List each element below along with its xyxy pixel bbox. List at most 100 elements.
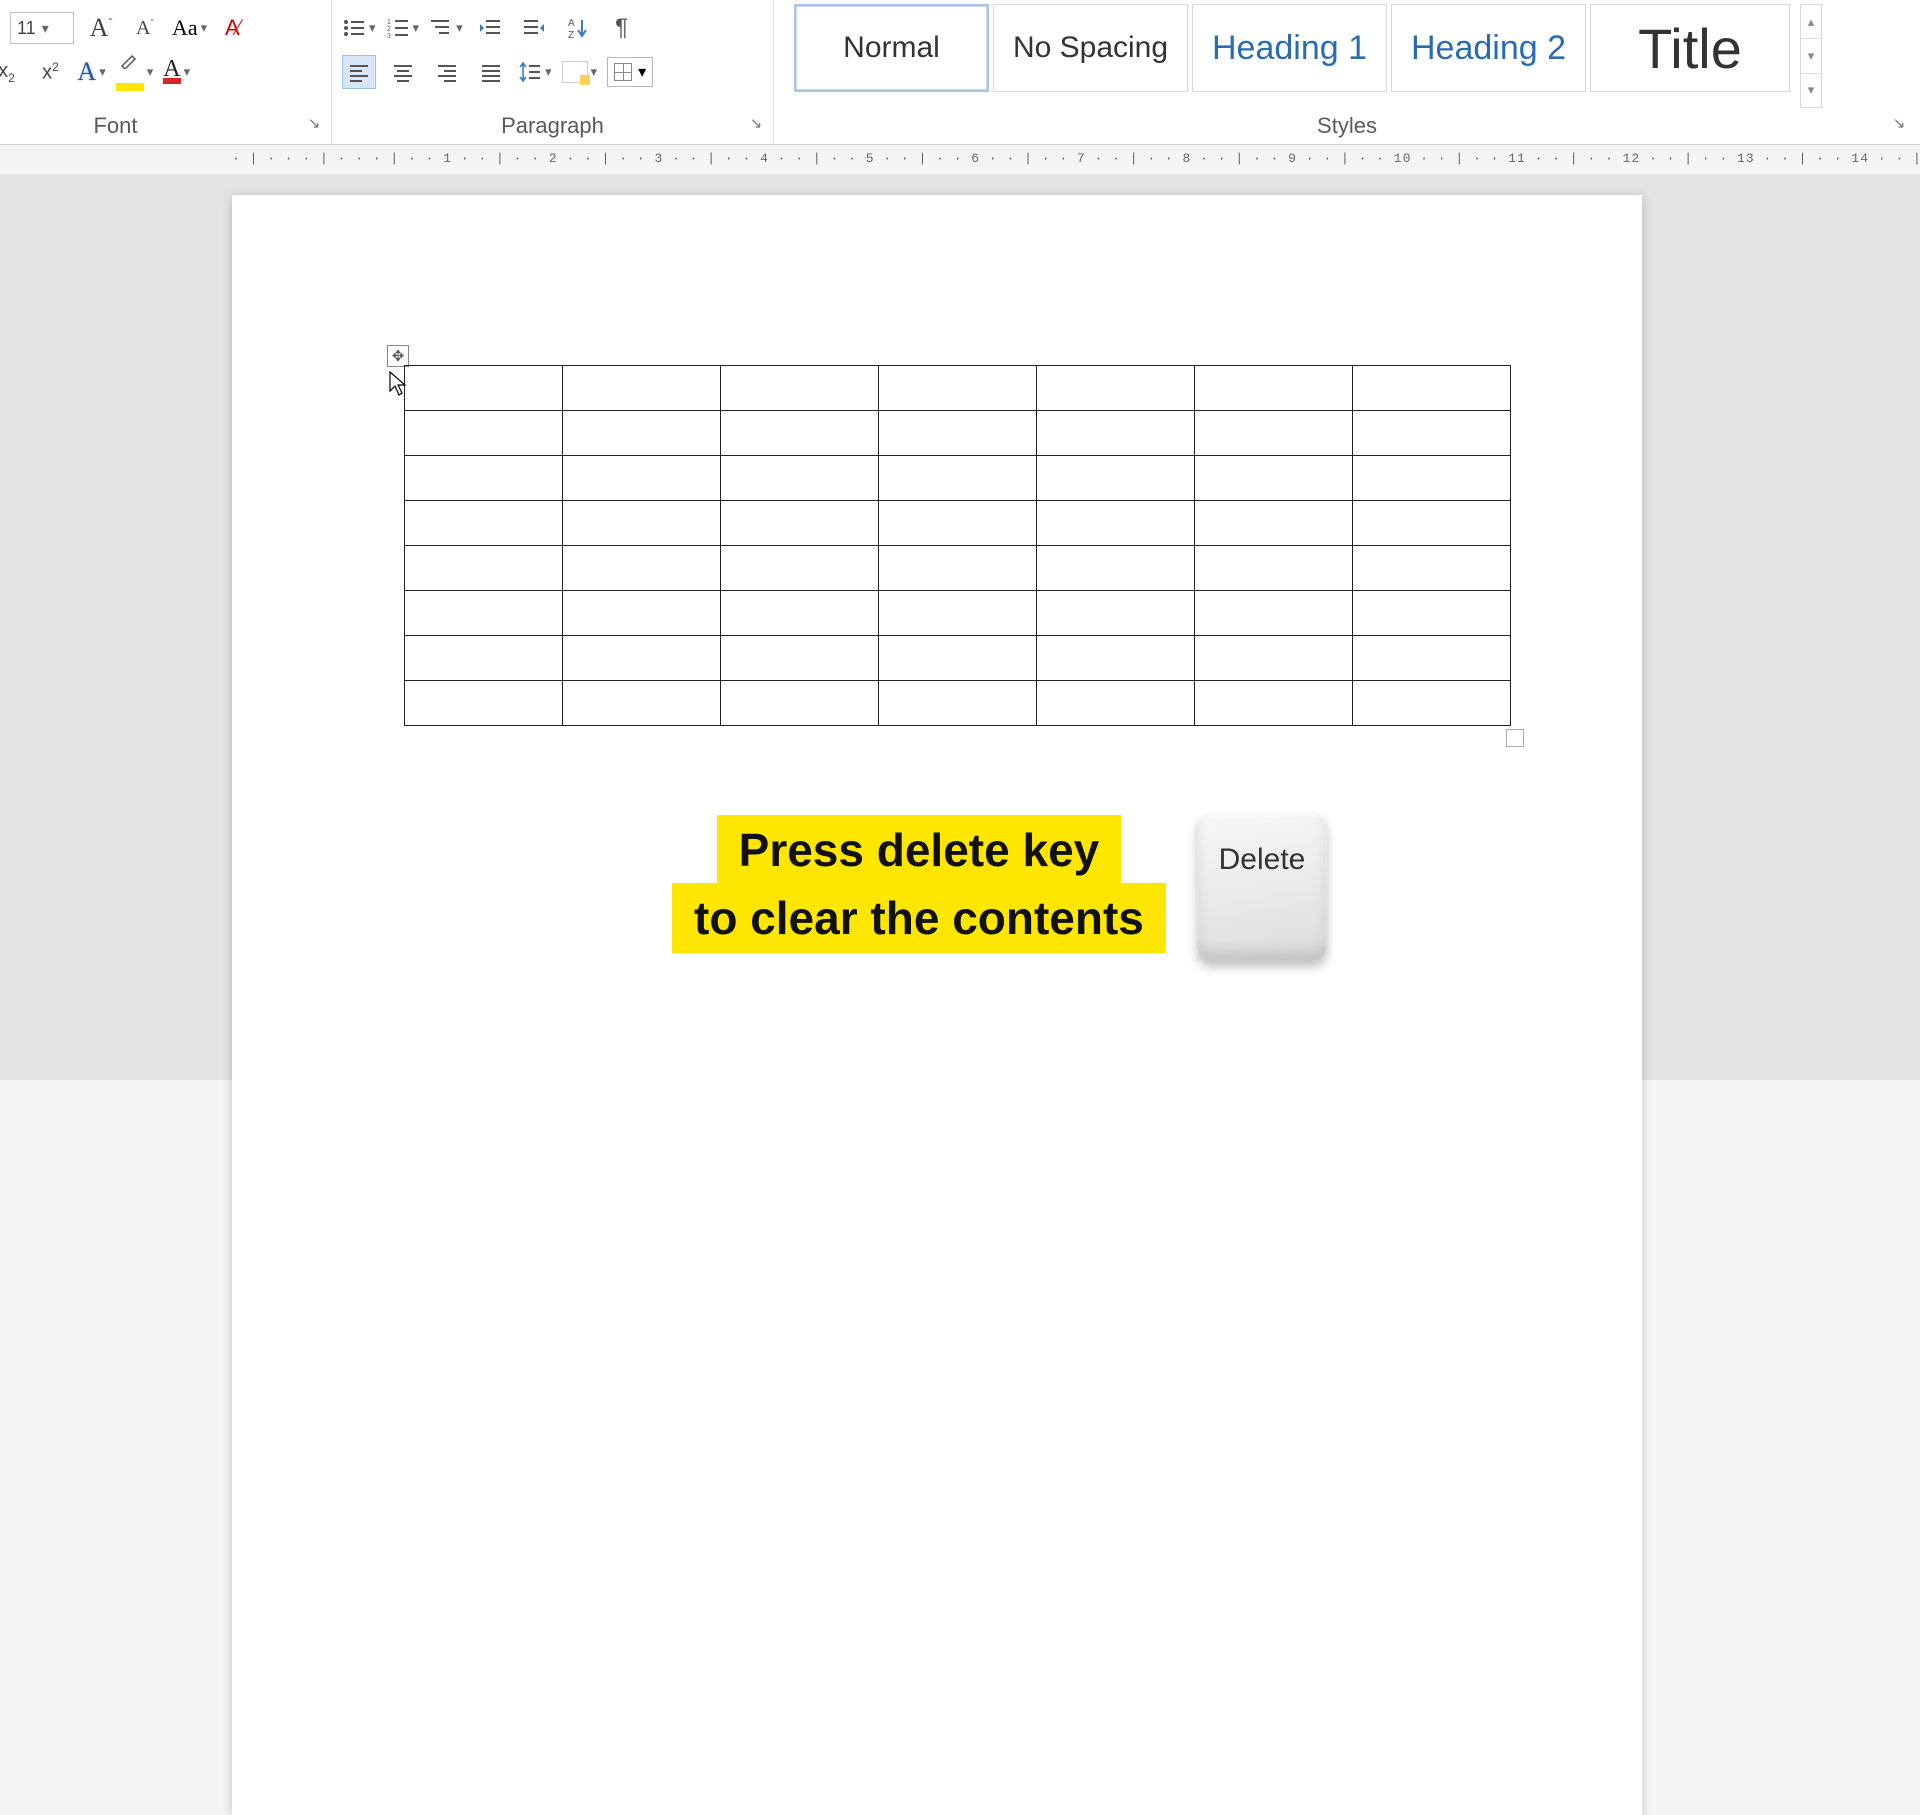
table-cell[interactable] bbox=[1195, 456, 1353, 501]
table-cell[interactable] bbox=[879, 681, 1037, 726]
borders-button[interactable]: ▾ bbox=[607, 57, 653, 87]
table-cell[interactable] bbox=[1195, 681, 1353, 726]
highlight-color-button[interactable]: ▾ bbox=[116, 53, 154, 91]
align-left-button[interactable] bbox=[342, 55, 376, 89]
sort-button[interactable]: AZ bbox=[561, 11, 595, 45]
table-cell[interactable] bbox=[721, 456, 879, 501]
table-cell[interactable] bbox=[405, 591, 563, 636]
grow-font-button[interactable]: Aˆ bbox=[84, 11, 118, 45]
horizontal-ruler[interactable]: · | · · · | · · · | · · 1 · · | · · 2 · … bbox=[232, 151, 1652, 171]
document-table[interactable] bbox=[404, 365, 1511, 726]
table-move-handle[interactable]: ✥ bbox=[387, 345, 409, 367]
table-cell[interactable] bbox=[1353, 456, 1511, 501]
table-cell[interactable] bbox=[721, 546, 879, 591]
line-spacing-icon bbox=[518, 60, 542, 84]
table-cell[interactable] bbox=[563, 681, 721, 726]
decrease-indent-button[interactable] bbox=[473, 11, 507, 45]
text-effects-button[interactable]: A▾ bbox=[77, 57, 105, 87]
table-cell[interactable] bbox=[879, 456, 1037, 501]
table-cell[interactable] bbox=[1037, 636, 1195, 681]
table-cell[interactable] bbox=[1037, 501, 1195, 546]
table-cell[interactable] bbox=[563, 546, 721, 591]
align-center-button[interactable] bbox=[386, 55, 420, 89]
table-cell[interactable] bbox=[1195, 591, 1353, 636]
table-cell[interactable] bbox=[563, 411, 721, 456]
table-cell[interactable] bbox=[563, 366, 721, 411]
font-size-combo[interactable]: 11 ▾ bbox=[10, 12, 74, 44]
table-cell[interactable] bbox=[879, 411, 1037, 456]
style-title[interactable]: Title bbox=[1590, 4, 1790, 92]
style-heading-1[interactable]: Heading 1 bbox=[1192, 4, 1387, 92]
table-cell[interactable] bbox=[879, 636, 1037, 681]
table-cell[interactable] bbox=[1353, 591, 1511, 636]
table-cell[interactable] bbox=[405, 636, 563, 681]
table-cell[interactable] bbox=[1037, 546, 1195, 591]
shrink-font-button[interactable]: Aˇ bbox=[128, 11, 162, 45]
chevron-down-icon: ▾ bbox=[545, 64, 552, 80]
table-cell[interactable] bbox=[1037, 411, 1195, 456]
line-spacing-button[interactable]: ▾ bbox=[518, 60, 552, 84]
shading-button[interactable]: ▾ bbox=[562, 61, 598, 83]
table-cell[interactable] bbox=[879, 546, 1037, 591]
table-cell[interactable] bbox=[721, 681, 879, 726]
table-cell[interactable] bbox=[1353, 636, 1511, 681]
table-cell[interactable] bbox=[563, 636, 721, 681]
justify-button[interactable] bbox=[474, 55, 508, 89]
subscript-button[interactable]: x2 bbox=[0, 55, 23, 89]
delete-key[interactable]: Delete bbox=[1197, 813, 1327, 961]
styles-dialog-launcher[interactable]: ↘ bbox=[1890, 114, 1908, 132]
styles-expand[interactable]: ▾ bbox=[1801, 74, 1821, 107]
font-group-label-text: Font bbox=[93, 113, 137, 139]
table-cell[interactable] bbox=[1195, 546, 1353, 591]
table-cell[interactable] bbox=[1195, 501, 1353, 546]
table-cell[interactable] bbox=[405, 411, 563, 456]
table-cell[interactable] bbox=[1037, 456, 1195, 501]
table-cell[interactable] bbox=[1353, 546, 1511, 591]
table-cell[interactable] bbox=[563, 456, 721, 501]
align-right-button[interactable] bbox=[430, 55, 464, 89]
style-normal[interactable]: Normal bbox=[794, 4, 989, 92]
table-cell[interactable] bbox=[879, 501, 1037, 546]
table-cell[interactable] bbox=[563, 501, 721, 546]
table-cell[interactable] bbox=[405, 681, 563, 726]
superscript-button[interactable]: x2 bbox=[33, 55, 67, 89]
table-cell[interactable] bbox=[405, 456, 563, 501]
multilevel-list-button[interactable]: ▾ bbox=[429, 16, 463, 40]
page[interactable]: ✥ Press delete key to clear the contents… bbox=[232, 195, 1642, 1815]
table-cell[interactable] bbox=[1353, 681, 1511, 726]
styles-scroll-up[interactable]: ▴ bbox=[1801, 5, 1821, 39]
numbering-button[interactable]: 123 ▾ bbox=[386, 16, 420, 40]
table-cell[interactable] bbox=[1353, 501, 1511, 546]
table-cell[interactable] bbox=[721, 501, 879, 546]
show-marks-button[interactable]: ¶ bbox=[605, 11, 639, 45]
table-cell[interactable] bbox=[721, 591, 879, 636]
table-cell[interactable] bbox=[1195, 366, 1353, 411]
table-cell[interactable] bbox=[721, 636, 879, 681]
paragraph-dialog-launcher[interactable]: ↘ bbox=[747, 114, 765, 132]
table-cell[interactable] bbox=[1353, 411, 1511, 456]
table-cell[interactable] bbox=[721, 411, 879, 456]
table-cell[interactable] bbox=[563, 591, 721, 636]
font-color-button[interactable]: A ▾ bbox=[163, 60, 190, 84]
table-cell[interactable] bbox=[1195, 411, 1353, 456]
font-dialog-launcher[interactable]: ↘ bbox=[305, 114, 323, 132]
table-cell[interactable] bbox=[1195, 636, 1353, 681]
clear-formatting-button[interactable]: A⁄ bbox=[217, 11, 251, 45]
table-cell[interactable] bbox=[1037, 591, 1195, 636]
table-cell[interactable] bbox=[879, 591, 1037, 636]
table-cell[interactable] bbox=[1037, 366, 1195, 411]
table-cell[interactable] bbox=[405, 366, 563, 411]
table-cell[interactable] bbox=[1353, 366, 1511, 411]
change-case-button[interactable]: Aa▾ bbox=[172, 15, 207, 41]
table-resize-handle[interactable] bbox=[1506, 729, 1524, 747]
style-no-spacing[interactable]: No Spacing bbox=[993, 4, 1188, 92]
table-cell[interactable] bbox=[721, 366, 879, 411]
style-heading-2[interactable]: Heading 2 bbox=[1391, 4, 1586, 92]
table-cell[interactable] bbox=[879, 366, 1037, 411]
increase-indent-button[interactable] bbox=[517, 11, 551, 45]
table-cell[interactable] bbox=[1037, 681, 1195, 726]
bullets-button[interactable]: ▾ bbox=[342, 16, 376, 40]
table-cell[interactable] bbox=[405, 546, 563, 591]
table-cell[interactable] bbox=[405, 501, 563, 546]
styles-scroll-down[interactable]: ▾ bbox=[1801, 39, 1821, 73]
